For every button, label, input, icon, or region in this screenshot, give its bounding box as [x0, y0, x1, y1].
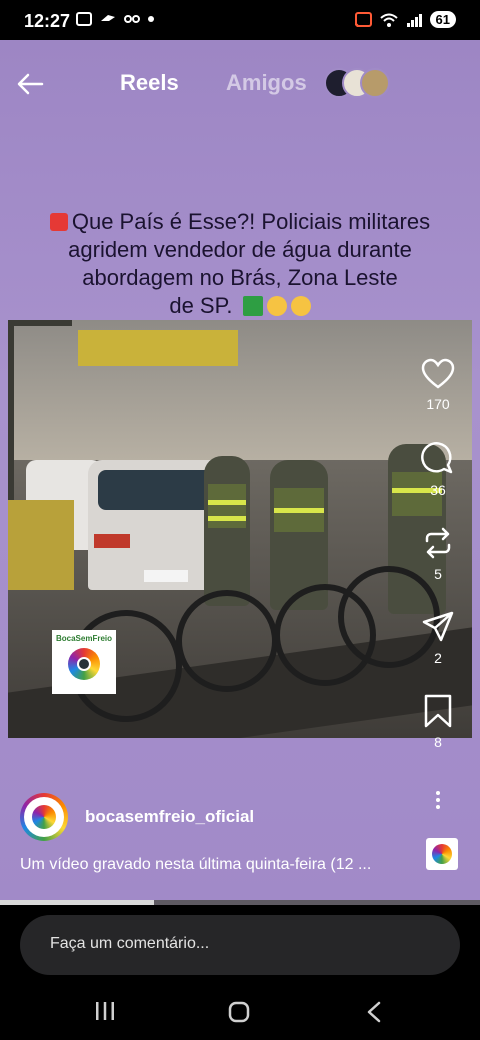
friends-avatars[interactable]: [324, 68, 390, 98]
home-icon[interactable]: [228, 1001, 250, 1023]
video-officer: [204, 456, 250, 606]
save-count: 8: [434, 734, 442, 750]
battery-level: 61: [429, 11, 456, 28]
screenshot-icon: [76, 12, 92, 26]
save-button[interactable]: 8: [410, 694, 466, 750]
wifi-icon: [379, 13, 398, 27]
signal-icon: [406, 13, 422, 27]
like-button[interactable]: 170: [410, 358, 466, 412]
reel-viewer[interactable]: Reels Amigos Que País é Esse?! Policiais…: [0, 40, 480, 905]
video-vest: [208, 484, 246, 528]
headline-line: abordagem no Brás, Zona Leste: [82, 265, 398, 290]
headline-line: de SP.: [169, 293, 233, 318]
system-icons: 61: [354, 11, 456, 28]
tab-friends[interactable]: Amigos: [226, 70, 307, 96]
tab-reels[interactable]: Reels: [120, 70, 179, 96]
video-bicycle-wheel: [176, 590, 278, 692]
video-stripe: [208, 500, 246, 505]
video-license-plate: [144, 570, 188, 582]
comment-icon: [421, 442, 453, 474]
back-nav-icon[interactable]: [366, 1001, 382, 1023]
flower-logo-icon: [32, 805, 56, 829]
brazil-flag-icon: [242, 296, 263, 316]
voicemail-icon: [124, 15, 140, 23]
more-dot: [436, 798, 440, 802]
comment-input[interactable]: Faça um comentário...: [20, 915, 460, 975]
video-stripe: [208, 516, 246, 521]
video-car-light: [94, 534, 130, 548]
share-button[interactable]: 2: [410, 610, 466, 666]
watermark-text: BocaSemFreio: [55, 634, 113, 643]
send-icon: [422, 611, 454, 642]
video-stripe: [274, 508, 324, 513]
video-cart: [8, 500, 74, 590]
dot-icon: [148, 16, 154, 22]
eye-logo-icon: [77, 657, 91, 671]
post-headline: Que País é Esse?! Policiais militares ag…: [28, 208, 452, 320]
bookmark-icon: [424, 694, 452, 728]
notification-icons: [76, 12, 154, 26]
post-caption[interactable]: Um vídeo gravado nesta última quinta-fei…: [20, 856, 412, 874]
comment-placeholder: Faça um comentário...: [50, 935, 210, 952]
recents-icon[interactable]: [94, 1001, 116, 1021]
back-arrow-icon[interactable]: [16, 70, 44, 98]
audio-thumbnail[interactable]: [426, 838, 458, 870]
watermark-logo: BocaSemFreio: [52, 630, 116, 694]
top-nav: Reels Amigos: [0, 64, 480, 104]
avatar: [360, 68, 390, 98]
comment-button[interactable]: 36: [410, 442, 466, 498]
author-row[interactable]: bocasemfreio_oficial: [20, 790, 254, 844]
like-count: 170: [426, 396, 450, 412]
fearful-face-icon: [290, 296, 311, 316]
more-options-icon[interactable]: [428, 788, 448, 812]
status-bar: 12:27 61: [0, 0, 480, 40]
cast-icon: [354, 11, 372, 27]
flower-logo-icon: [432, 844, 452, 864]
repost-count: 5: [434, 566, 442, 582]
heart-icon: [421, 358, 455, 389]
status-time: 12:27: [24, 11, 71, 31]
author-avatar[interactable]: [20, 793, 68, 841]
video-frame[interactable]: BocaSemFreio: [8, 320, 472, 738]
author-username[interactable]: bocasemfreio_oficial: [85, 807, 254, 827]
system-nav-bar: [0, 995, 480, 1027]
bottom-area: Faça um comentário...: [0, 905, 480, 1040]
headline-line: Que País é Esse?! Policiais militares: [71, 209, 431, 234]
video-car-window: [98, 470, 218, 510]
pleading-face-icon: [266, 296, 287, 316]
more-dot: [436, 805, 440, 809]
comment-count: 36: [430, 482, 446, 498]
siren-emoji-icon: [49, 213, 68, 231]
more-dot: [436, 791, 440, 795]
repost-button[interactable]: 5: [410, 526, 466, 582]
bird-icon: [101, 15, 115, 21]
headline-line: agridem vendedor de água durante: [68, 237, 412, 262]
repost-icon: [425, 527, 451, 559]
share-count: 2: [434, 650, 442, 666]
video-sign: [78, 330, 238, 366]
